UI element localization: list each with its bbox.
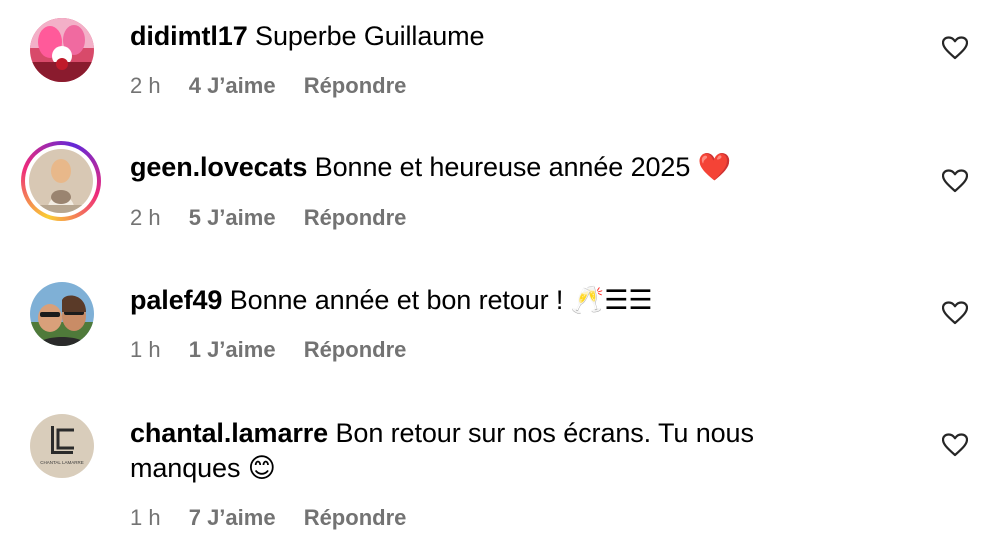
comment-text: didimtl17 Superbe Guillaume [130, 19, 850, 54]
avatar-logo-text: CHANTAL LAMARRE [40, 460, 84, 465]
smile-emoji: 😊 [247, 453, 276, 483]
reply-button[interactable]: Répondre [304, 73, 407, 98]
comment-likes[interactable]: 7 J’aime [189, 505, 276, 530]
comment-meta: 1 h 7 J’aime Répondre [130, 505, 428, 531]
story-ring[interactable] [21, 141, 101, 221]
comment-text: chantal.lamarre Bon retour sur nos écran… [130, 416, 850, 486]
comment-time[interactable]: 1 h [130, 337, 161, 362]
comment-time[interactable]: 1 h [130, 505, 161, 530]
comment-body: Superbe Guillaume [255, 21, 485, 51]
heart-icon[interactable] [941, 433, 969, 457]
heart-emoji: ❤️ [697, 152, 732, 182]
avatar[interactable] [30, 282, 94, 346]
comment-username[interactable]: chantal.lamarre [130, 418, 328, 448]
heart-icon[interactable] [941, 301, 969, 325]
comment-time[interactable]: 2 h [130, 205, 161, 230]
comment-meta: 1 h 1 J’aime Répondre [130, 337, 428, 363]
comment-text: geen.lovecats Bonne et heureuse année 20… [130, 150, 850, 185]
comment-meta: 2 h 5 J’aime Répondre [130, 205, 428, 231]
comment-likes[interactable]: 5 J’aime [189, 205, 276, 230]
reply-button[interactable]: Répondre [304, 205, 407, 230]
comment-username[interactable]: geen.lovecats [130, 152, 307, 182]
heart-icon[interactable] [941, 169, 969, 193]
champagne-emoji: 🥂☰☰ [570, 285, 653, 315]
comment-meta: 2 h 4 J’aime Répondre [130, 73, 428, 99]
comment-likes[interactable]: 4 J’aime [189, 73, 276, 98]
reply-button[interactable]: Répondre [304, 337, 407, 362]
comment-body: Bonne année et bon retour ! [229, 285, 571, 315]
comment-username[interactable]: didimtl17 [130, 21, 248, 51]
comment-time[interactable]: 2 h [130, 73, 161, 98]
heart-icon[interactable] [941, 36, 969, 60]
avatar[interactable] [29, 149, 93, 213]
reply-button[interactable]: Répondre [304, 505, 407, 530]
comment-username[interactable]: palef49 [130, 285, 222, 315]
comment-text: palef49 Bonne année et bon retour ! 🥂☰☰ [130, 283, 850, 318]
comment-body: Bonne et heureuse année 2025 [314, 152, 698, 182]
comment-likes[interactable]: 1 J’aime [189, 337, 276, 362]
avatar[interactable] [30, 18, 94, 82]
avatar[interactable]: CHANTAL LAMARRE [30, 414, 94, 478]
